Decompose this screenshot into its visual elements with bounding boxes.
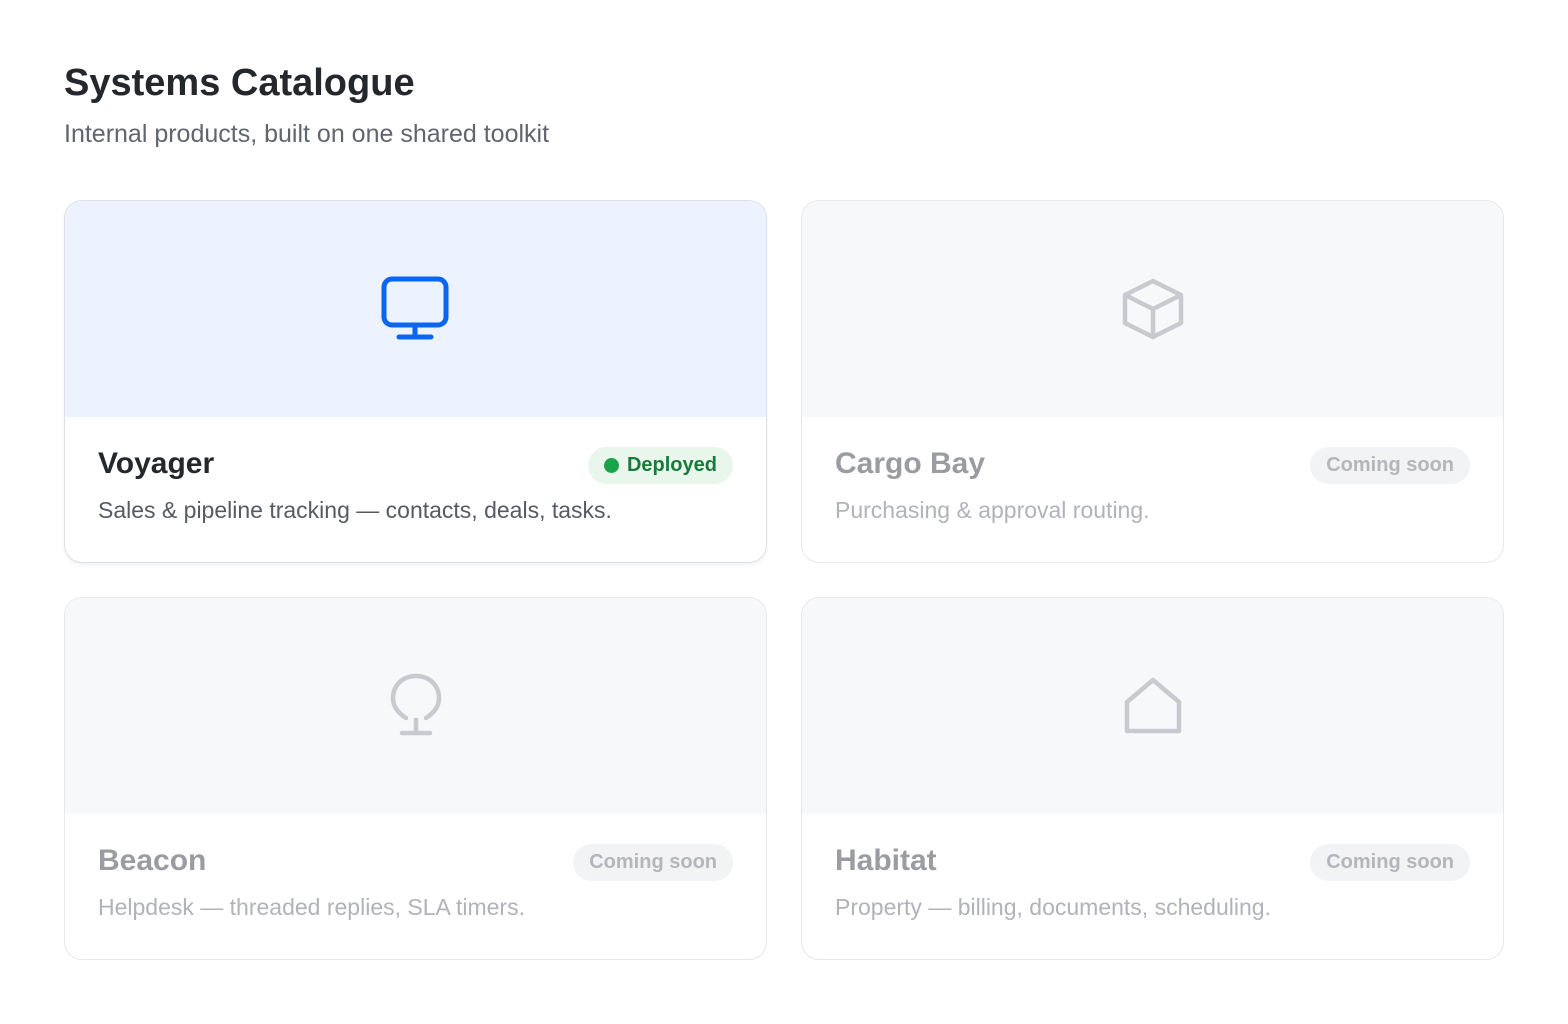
monitor-icon	[381, 276, 448, 340]
box-icon	[1122, 278, 1183, 340]
card-title: Cargo Bay	[835, 447, 986, 480]
systems-catalogue-page: Systems Catalogue Internal products, bui…	[0, 0, 1568, 1024]
product-card-cargo-bay: Cargo Bay Coming soon Purchasing & appro…	[801, 200, 1504, 563]
status-dot-icon	[603, 458, 619, 473]
status-badge: Coming soon	[573, 844, 733, 881]
card-title: Beacon	[98, 844, 207, 877]
card-description: Helpdesk — threaded replies, SLA timers.	[98, 894, 525, 920]
page-title: Systems Catalogue	[64, 62, 415, 104]
status-badge: Coming soon	[1310, 447, 1470, 484]
product-card-habitat: Habitat Coming soon Property — billing, …	[801, 597, 1504, 960]
card-description: Property — billing, documents, schedulin…	[835, 894, 1271, 920]
card-description: Purchasing & approval routing.	[835, 497, 1150, 523]
card-title: Habitat	[835, 844, 937, 877]
page-subtitle: Internal products, built on one shared t…	[64, 120, 550, 148]
card-hero	[802, 201, 1503, 417]
house-icon	[1124, 677, 1181, 734]
lightbulb-icon	[390, 673, 441, 736]
status-badge-label: Deployed	[626, 454, 717, 476]
status-badge: Coming soon	[1310, 844, 1470, 881]
status-badge: Deployed	[587, 447, 733, 484]
card-hero	[65, 598, 766, 814]
card-hero	[65, 201, 766, 417]
card-hero	[802, 598, 1503, 814]
product-card-voyager[interactable]: Voyager Deployed Sales & pipeline tracki…	[64, 200, 767, 563]
product-grid: Voyager Deployed Sales & pipeline tracki…	[64, 200, 1504, 960]
product-card-beacon: Beacon Coming soon Helpdesk — threaded r…	[64, 597, 767, 960]
card-title: Voyager	[98, 447, 215, 480]
card-description: Sales & pipeline tracking — contacts, de…	[98, 497, 612, 523]
